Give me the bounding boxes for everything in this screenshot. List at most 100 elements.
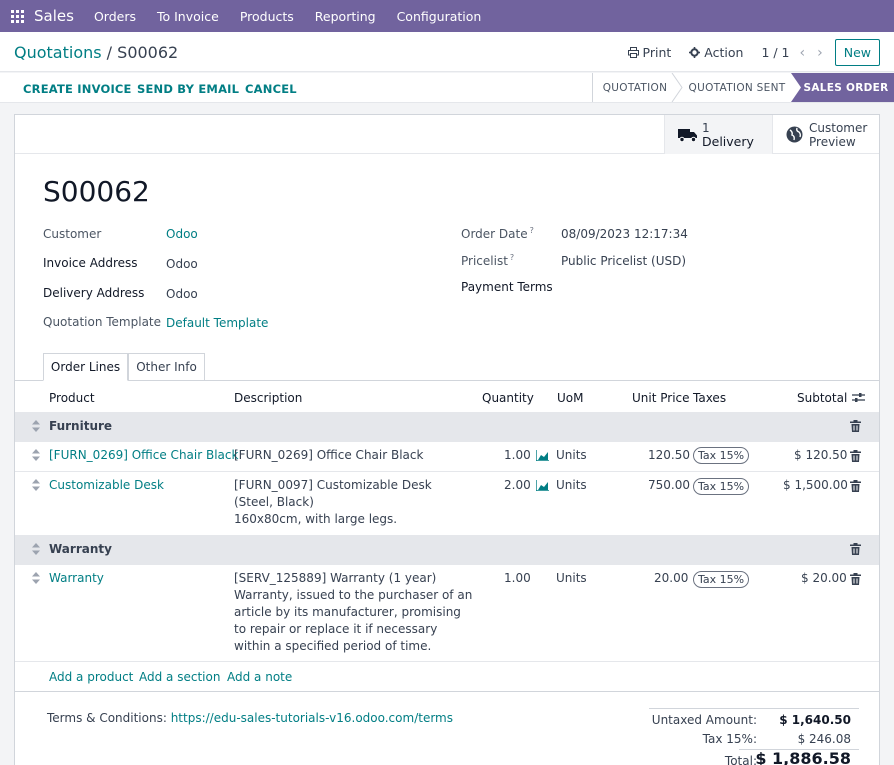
breadcrumb-quotations[interactable]: Quotations <box>14 43 102 62</box>
stage-quotation-sent[interactable]: QUOTATION SENT <box>684 73 790 102</box>
line-product[interactable]: Customizable Desk <box>49 477 164 494</box>
trash-icon[interactable] <box>850 420 861 432</box>
apps-menu-icon[interactable] <box>0 0 34 32</box>
add-product-link[interactable]: Add a product <box>49 670 133 684</box>
line-description[interactable]: [FURN_0269] Office Chair Black <box>234 447 423 464</box>
stage-quotation[interactable]: QUOTATION <box>592 73 678 102</box>
section-warranty-label[interactable]: Warranty <box>49 541 112 558</box>
optional-columns-icon[interactable] <box>852 392 865 403</box>
untaxed-amount-label: Untaxed Amount: <box>651 713 757 727</box>
app-name[interactable]: Sales <box>34 7 74 25</box>
send-by-email-button[interactable]: SEND BY EMAIL <box>137 82 239 96</box>
col-taxes[interactable]: Taxes <box>693 391 726 405</box>
forecast-chart-icon[interactable] <box>536 480 549 491</box>
print-button[interactable]: Print <box>627 45 671 60</box>
tab-other-info[interactable]: Other Info <box>128 353 205 381</box>
section-row-furniture[interactable] <box>15 412 879 441</box>
customer-field[interactable]: Odoo <box>166 227 198 241</box>
new-button[interactable]: New <box>834 39 880 66</box>
tab-order-lines[interactable]: Order Lines <box>43 353 128 381</box>
pricelist-help-icon[interactable]: ? <box>510 253 514 262</box>
nav-to-invoice[interactable]: To Invoice <box>157 9 219 24</box>
add-section-link[interactable]: Add a section <box>139 670 220 684</box>
action-button[interactable]: Action <box>689 45 743 60</box>
nav-configuration[interactable]: Configuration <box>397 9 482 24</box>
action-label: Action <box>704 45 744 60</box>
delivery-smart-button[interactable]: 1 Delivery <box>664 115 772 154</box>
status-bar: CREATE INVOICE SEND BY EMAIL CANCEL QUOT… <box>0 73 894 103</box>
col-description[interactable]: Description <box>234 391 302 405</box>
col-product[interactable]: Product <box>49 391 95 405</box>
trash-icon[interactable] <box>850 450 861 462</box>
section-furniture-label[interactable]: Furniture <box>49 418 112 435</box>
row-divider <box>15 661 879 662</box>
pricelist-label-text: Pricelist <box>461 254 508 268</box>
description-line: [SERV_125889] Warranty (1 year) <box>234 571 437 585</box>
col-subtotal[interactable]: Subtotal <box>797 391 847 405</box>
quotation-template-field[interactable]: Default Template <box>166 316 268 330</box>
line-product[interactable]: Warranty <box>49 570 104 587</box>
pager-previous-icon[interactable]: ‹ <box>800 45 806 61</box>
smart-button-box: 1 Delivery Customer Preview <box>15 115 879 154</box>
tax-badge[interactable]: Tax 15% <box>693 478 750 495</box>
line-uom[interactable]: Units <box>556 477 587 494</box>
pricelist-field[interactable]: Public Pricelist (USD) <box>561 254 686 268</box>
line-product[interactable]: [FURN_0269] Office Chair Black <box>49 447 238 464</box>
trash-icon[interactable] <box>850 480 861 492</box>
totals-top-divider <box>649 708 859 709</box>
nav-products[interactable]: Products <box>240 9 294 24</box>
line-description[interactable]: [FURN_0097] Customizable Desk (Steel, Bl… <box>234 477 432 528</box>
drag-handle-icon[interactable] <box>32 543 40 555</box>
order-date-label-text: Order Date <box>461 227 528 241</box>
customer-preview-button[interactable]: Customer Preview <box>772 115 879 154</box>
drag-handle-icon[interactable] <box>32 449 40 461</box>
line-quantity[interactable]: 2.00 <box>504 477 531 494</box>
line-unit-price[interactable]: 750.00 <box>648 477 690 494</box>
invoice-address-field[interactable]: Odoo <box>166 257 198 271</box>
col-unit-price[interactable]: Unit Price <box>632 391 690 405</box>
terms-link[interactable]: https://edu-sales-tutorials-v16.odoo.com… <box>171 711 453 725</box>
description-line: Warranty, issued to the purchaser of an <box>234 588 473 602</box>
nav-reporting[interactable]: Reporting <box>315 9 376 24</box>
drag-handle-icon[interactable] <box>32 479 40 491</box>
tax-value: $ 246.08 <box>797 732 851 746</box>
line-quantity[interactable]: 1.00 <box>504 447 531 464</box>
tax-badge[interactable]: Tax 15% <box>693 571 750 588</box>
stage-sales-order[interactable]: SALES ORDER <box>800 73 892 102</box>
line-unit-price[interactable]: 20.00 <box>654 570 688 587</box>
line-uom[interactable]: Units <box>556 570 587 587</box>
cancel-button[interactable]: CANCEL <box>245 82 297 96</box>
drag-handle-icon[interactable] <box>32 572 40 584</box>
forecast-chart-icon[interactable] <box>536 450 549 461</box>
line-description[interactable]: [SERV_125889] Warranty (1 year) Warranty… <box>234 570 472 655</box>
col-uom[interactable]: UoM <box>557 391 583 405</box>
line-quantity[interactable]: 1.00 <box>504 570 531 587</box>
nav-orders[interactable]: Orders <box>94 9 136 24</box>
delivery-address-field[interactable]: Odoo <box>166 287 198 301</box>
drag-handle-icon[interactable] <box>32 420 40 432</box>
form-sheet: 1 Delivery Customer Preview S00062 Custo… <box>14 114 880 765</box>
description-line: (Steel, Black) <box>234 495 314 509</box>
untaxed-amount-value: $ 1,640.50 <box>779 713 851 727</box>
line-subtotal: $ 1,500.00 <box>783 478 848 492</box>
tax-badge[interactable]: Tax 15% <box>693 447 750 464</box>
section-row-warranty[interactable] <box>15 535 879 564</box>
pricelist-label: Pricelist? <box>461 253 514 268</box>
invoice-address-label: Invoice Address <box>43 256 138 270</box>
tax-label: Tax 15%: <box>702 732 757 746</box>
pager-next-icon[interactable]: › <box>817 45 823 61</box>
line-unit-price[interactable]: 120.50 <box>648 447 690 464</box>
add-note-link[interactable]: Add a note <box>227 670 292 684</box>
pager-value[interactable]: 1 / 1 <box>761 45 789 60</box>
preview-line1: Customer <box>809 120 868 135</box>
line-uom[interactable]: Units <box>556 447 587 464</box>
terms-label: Terms & Conditions: <box>47 711 171 725</box>
breadcrumb-separator: / <box>101 43 118 62</box>
delivery-label: Delivery <box>702 133 754 149</box>
trash-icon[interactable] <box>850 543 861 555</box>
col-quantity[interactable]: Quantity <box>482 391 534 405</box>
trash-icon[interactable] <box>850 573 861 585</box>
order-date-field[interactable]: 08/09/2023 12:17:34 <box>561 227 688 241</box>
create-invoice-button[interactable]: CREATE INVOICE <box>23 82 132 96</box>
order-date-help-icon[interactable]: ? <box>530 226 534 235</box>
